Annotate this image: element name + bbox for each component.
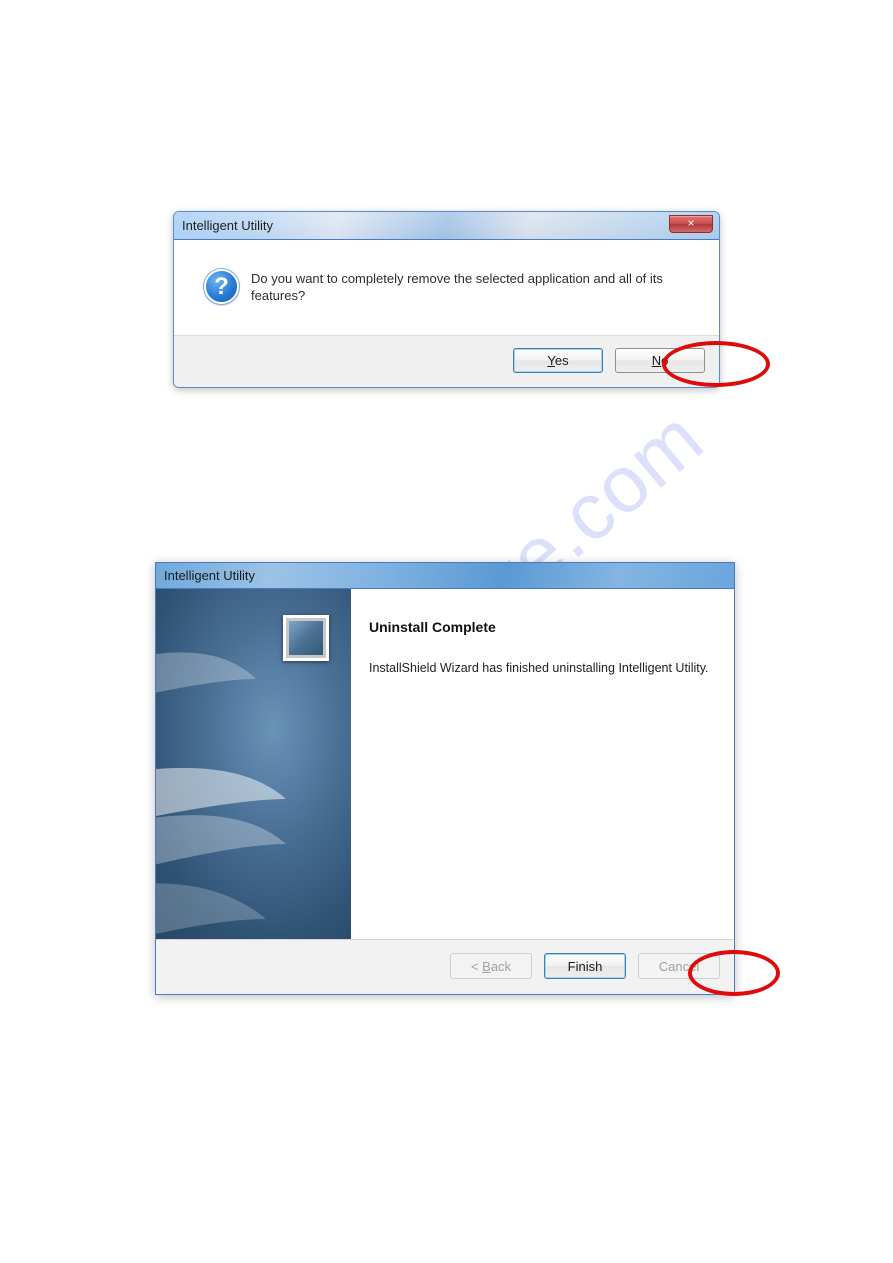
confirm-dialog: Intelligent Utility × ? Do you want to c… xyxy=(173,211,720,388)
yes-button-label: Yes xyxy=(547,353,568,368)
wizard-dialog: Intelligent Utility Uninstall Complete I… xyxy=(155,562,735,995)
no-button[interactable]: No xyxy=(615,348,705,373)
no-button-label: No xyxy=(652,353,669,368)
cancel-button: Cancel xyxy=(638,953,720,979)
wizard-title: Intelligent Utility xyxy=(156,563,734,589)
close-button[interactable]: × xyxy=(669,215,713,233)
wizard-main: Uninstall Complete InstallShield Wizard … xyxy=(351,589,734,939)
wizard-heading: Uninstall Complete xyxy=(369,619,716,635)
back-button: < Back xyxy=(450,953,532,979)
back-button-label: < Back xyxy=(471,959,511,974)
dialog-body: ? Do you want to completely remove the s… xyxy=(174,240,719,335)
installshield-logo-icon xyxy=(283,615,329,661)
cancel-button-label: Cancel xyxy=(659,959,699,974)
wizard-titlebar: Intelligent Utility xyxy=(156,563,734,589)
question-icon: ? xyxy=(204,269,239,304)
finish-button[interactable]: Finish xyxy=(544,953,626,979)
close-icon: × xyxy=(687,216,694,230)
dialog-titlebar: Intelligent Utility × xyxy=(174,212,719,240)
dialog-footer: Yes No xyxy=(174,335,719,387)
wizard-footer: < Back Finish Cancel xyxy=(156,939,734,994)
dialog-message: Do you want to completely remove the sel… xyxy=(251,269,689,305)
wizard-body-text: InstallShield Wizard has finished uninst… xyxy=(369,661,716,675)
wizard-sidebar-image xyxy=(156,589,351,939)
dialog-title: Intelligent Utility xyxy=(174,212,719,240)
yes-button[interactable]: Yes xyxy=(513,348,603,373)
wizard-content: Uninstall Complete InstallShield Wizard … xyxy=(156,589,734,939)
finish-button-label: Finish xyxy=(568,959,603,974)
